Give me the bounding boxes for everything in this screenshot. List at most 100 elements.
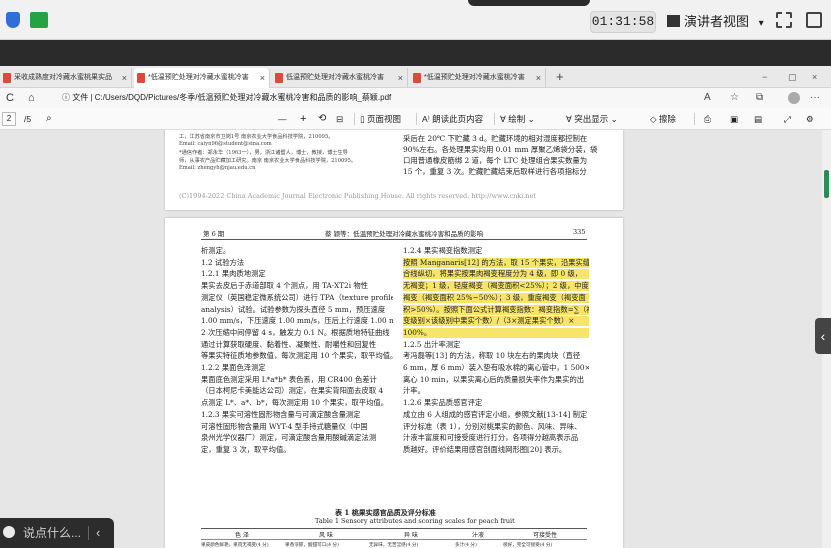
page2-right-line: 1.2.6 果实品质感官评定 [403, 398, 483, 408]
tab-title: 采收成熟度对冷藏水蜜桃果实品 [14, 74, 112, 81]
chevron-down-icon: ⌄ [525, 114, 535, 124]
chat-box[interactable]: 说点什么... ‹ [0, 518, 114, 548]
browser-tab[interactable]: *低温预贮处理对冷藏水蜜桃冷害 × [410, 68, 546, 88]
zoom-in-button[interactable]: + [300, 108, 306, 130]
save-icon[interactable]: ▣ [730, 108, 738, 130]
microphone-icon[interactable] [3, 526, 15, 538]
read-aloud-label: 朗读此页内容 [432, 114, 484, 124]
search-icon[interactable]: ⌕ [46, 108, 52, 130]
rotate-icon[interactable]: ⟲ [318, 108, 326, 130]
table-header-cell: 汁液 [471, 532, 484, 539]
page2-left-line: 析测定。 [201, 246, 231, 255]
page-view-button[interactable]: ▯ 页面视图 [360, 108, 401, 130]
meeting-toolbar: 01:31:58 演讲者视图 ▾ [0, 0, 831, 40]
table-cell: 很好，完全可接受(4 分) [503, 543, 553, 548]
page1-left-line: 师，从事农产品贮藏加工研究。南京 南京农业大学食品科技学院，210095。 [179, 158, 357, 164]
page2-left-line: 1.00 mm/s，下压速度 1.00 mm/s，压后上行速度 1.00 mm/… [201, 316, 393, 326]
page2-left-line: 泉州光学仪器厂）测定，可滴定酸含量用酸碱滴定法测 [201, 433, 377, 443]
more-menu-icon[interactable]: ··· [810, 90, 820, 106]
pdf-file-icon [413, 73, 421, 83]
page-header-number: 335 [573, 228, 586, 236]
gear-icon[interactable]: ⚙ [806, 108, 814, 130]
table-header-cell: 可接受性 [532, 532, 557, 539]
fullscreen-icon[interactable] [776, 12, 792, 28]
pdf-file-icon [275, 73, 283, 83]
close-icon[interactable]: × [260, 68, 265, 88]
expand-icon[interactable]: ⤢ [784, 108, 791, 130]
side-panel-handle[interactable]: ‹ [815, 318, 831, 354]
pdf-file-icon [137, 73, 145, 83]
highlight-button[interactable]: ∀ 突出显示 ⌄ [566, 108, 618, 130]
close-icon[interactable]: × [398, 68, 403, 88]
favorite-icon[interactable]: ☆ [730, 90, 739, 106]
read-mode-icon[interactable]: A [704, 90, 711, 106]
maximize-button[interactable]: ▢ [788, 68, 797, 86]
refresh-icon[interactable]: C [6, 90, 14, 106]
signal-icon[interactable] [30, 12, 48, 28]
close-icon[interactable]: × [122, 68, 127, 88]
table-cell: 多汁(4 分) [455, 543, 477, 548]
file-info-label: ⓘ 文件 [62, 93, 89, 102]
presenter-view-icon [667, 15, 680, 27]
page1-right-line: 15 个，重复 3 次。贮藏贮藏结束后取样进行各项指标分 [403, 167, 587, 176]
collections-icon[interactable]: ⧉ [756, 90, 763, 106]
highlighter-icon: ∀ [566, 114, 575, 124]
table-cell: 果皮颜色鲜艳，果肉无褐变(4 分) [201, 543, 269, 548]
shield-icon[interactable] [6, 12, 20, 28]
home-icon[interactable]: ⌂ [28, 90, 35, 106]
page2-left-line: 1.2.1 果肉质地测定 [201, 269, 266, 279]
avatar[interactable] [788, 92, 800, 104]
table-header-rule [201, 539, 587, 540]
browser-tab[interactable]: 采收成熟度对冷藏水蜜桃果实品 × [0, 68, 132, 88]
highlighted-text-line: 按照 Manganaris[12] 的方法，取 15 个果实，沿果实缝 [403, 257, 589, 268]
table-top-rule [201, 528, 587, 529]
read-aloud-button[interactable]: A⁾ 朗读此页内容 [422, 108, 483, 130]
page2-left-line: （日本柯尼卡美能达公司）测定，在果实背阳面去皮取 4 [201, 386, 384, 396]
save-as-icon[interactable]: ▤ [754, 108, 762, 130]
read-aloud-icon: A⁾ [422, 114, 433, 124]
url-field[interactable]: ⓘ 文件 | C:/Users/DQD/Pictures/冬季/低温预贮处理对冷… [62, 90, 391, 106]
minimize-button[interactable]: − [762, 68, 767, 86]
page2-right-line: 1.2.4 果实褐变指数测定 [403, 246, 483, 255]
browser-tab[interactable]: 低温预贮处理对冷藏水蜜桃冷害 × [272, 68, 408, 88]
screen-share-strip [0, 40, 831, 66]
tab-title: 低温预贮处理对冷藏水蜜桃冷害 [286, 74, 384, 81]
presenter-view-button[interactable]: 演讲者视图 ▾ [667, 11, 767, 33]
page2-right-line: 汁率。 [403, 386, 425, 396]
browser-tab-strip: 采收成熟度对冷藏水蜜桃果实品 × *低温预贮处理对冷藏水蜜桃冷害 × 低温预贮处… [0, 66, 831, 88]
window-mode-icon[interactable] [806, 12, 822, 28]
table-header-cell: 色 泽 [235, 532, 249, 539]
browser-tab-active[interactable]: *低温预贮处理对冷藏水蜜桃冷害 × [134, 68, 270, 88]
print-icon[interactable]: ⎙ [704, 108, 711, 130]
page2-left-line: 等果实特征质地参数值，每次测定用 10 个果实，取平均值。 [201, 351, 393, 361]
pdf-viewer[interactable]: 工，江苏省南京市卫岗1号 南京农业大学食品科技学院，210095。 Email: … [0, 130, 831, 548]
page1-left-line: Email: zhengyh@njau.edu.cn [179, 165, 256, 171]
page2-right-line: 评分标准（表 1），分别对桃果实的颜色、风味、异味、 [403, 421, 582, 431]
draw-button[interactable]: ∀ 绘制 ⌄ [500, 108, 535, 130]
scrollbar-thumb[interactable] [824, 170, 829, 198]
highlighted-text-line: 积>50%）。按照下面公式计算褐变指数：褐变指数=∑（褐 [403, 304, 589, 315]
close-icon[interactable]: × [536, 68, 541, 88]
pdf-toolbar: 2 /5 ⌕ — + ⟲ ⊟ ▯ 页面视图 A⁾ 朗读此页内容 ∀ 绘制 ⌄ ∀… [0, 108, 831, 130]
new-tab-button[interactable]: + [556, 68, 564, 86]
erase-button[interactable]: ◇ 擦除 [650, 108, 676, 130]
page2-left-line: 点测定 L*、a*、b*，每次测定用 10 个果实，取平均值。 [201, 398, 388, 408]
page2-left-line: 1.2.3 果实可溶性固形物含量与可滴定酸含量测定 [201, 409, 361, 419]
table-cell: 无异味，无苦涩感(4 分) [369, 543, 419, 548]
page2-right-line: 离心 10 min，以果实离心后的质量损失率作为果实的出 [403, 374, 585, 384]
address-bar: C ⌂ ⓘ 文件 | C:/Users/DQD/Pictures/冬季/低温预贮… [0, 88, 831, 108]
page-number-input[interactable]: 2 [2, 112, 16, 126]
meeting-timer: 01:31:58 [590, 11, 656, 33]
pdf-page-2: 第 6 期 蔡 颖等：低温预贮处理对冷藏水蜜桃冷害和品质的影响 335 析测定。… [165, 218, 623, 548]
pdf-page-1: 工，江苏省南京市卫岗1号 南京农业大学食品科技学院，210095。 Email: … [165, 130, 623, 210]
fit-page-icon[interactable]: ⊟ [336, 108, 343, 130]
collapse-chat-button[interactable]: ‹ [96, 518, 100, 548]
pdf-file-icon [3, 73, 11, 83]
zoom-out-button[interactable]: — [278, 108, 287, 130]
chevron-down-icon: ▾ [758, 18, 764, 29]
page-view-icon: ▯ [360, 114, 368, 124]
chat-input[interactable]: 说点什么... [23, 518, 81, 548]
highlighted-text-line: 无褐变；1 级，轻度褐变（褐变面积<25%）；2 级，中度 [403, 281, 589, 292]
close-window-button[interactable]: × [812, 68, 817, 86]
presenter-view-label: 演讲者视图 [684, 14, 750, 29]
